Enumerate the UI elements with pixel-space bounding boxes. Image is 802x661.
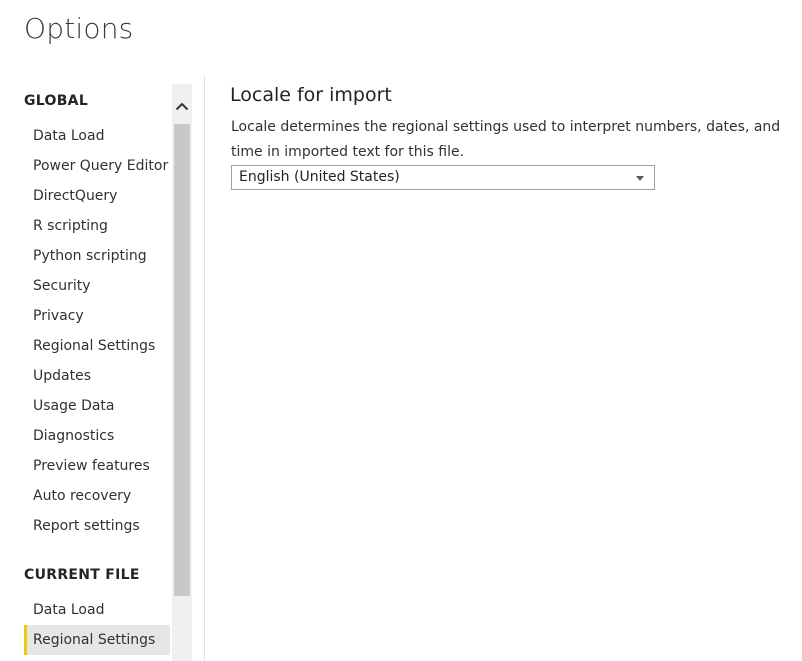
sidebar-item-auto-recovery[interactable]: Auto recovery: [24, 481, 170, 511]
section-header-global: GLOBAL: [24, 93, 89, 109]
sidebar-item-r-scripting[interactable]: R scripting: [24, 211, 170, 241]
sidebar-item-diagnostics[interactable]: Diagnostics: [24, 421, 170, 451]
caret-down-icon: [635, 174, 645, 182]
locale-select-value: English (United States): [239, 169, 400, 185]
sidebar-item-power-query-editor[interactable]: Power Query Editor: [24, 151, 170, 181]
section-description: Locale determines the regional settings …: [231, 119, 781, 160]
scrollbar-thumb[interactable]: [174, 124, 190, 596]
page-title: Options: [24, 12, 134, 45]
sidebar-item-report-settings[interactable]: Report settings: [24, 511, 170, 541]
sidebar-item-directquery[interactable]: DirectQuery: [24, 181, 170, 211]
sidebar-item-updates[interactable]: Updates: [24, 361, 170, 391]
sidebar-scrollbar[interactable]: [172, 84, 192, 661]
section-header-current-file: CURRENT FILE: [24, 567, 140, 583]
sidebar-item-security[interactable]: Security: [24, 271, 170, 301]
chevron-up-icon: [175, 102, 189, 110]
locale-select[interactable]: English (United States): [231, 165, 655, 190]
scroll-up-button[interactable]: [172, 96, 192, 116]
section-title: Locale for import: [230, 84, 392, 106]
sidebar-item-usage-data[interactable]: Usage Data: [24, 391, 170, 421]
options-sidebar: GLOBAL Data Load Power Query Editor Dire…: [0, 84, 172, 661]
sidebar-item-regional-settings[interactable]: Regional Settings: [24, 331, 170, 361]
sidebar-item-data-load[interactable]: Data Load: [24, 121, 170, 151]
sidebar-item-preview-features[interactable]: Preview features: [24, 451, 170, 481]
sidebar-item-current-data-load[interactable]: Data Load: [24, 595, 170, 625]
sidebar-item-current-regional-settings[interactable]: Regional Settings: [24, 625, 170, 655]
sidebar-item-privacy[interactable]: Privacy: [24, 301, 170, 331]
panel-divider: [204, 76, 205, 661]
sidebar-item-python-scripting[interactable]: Python scripting: [24, 241, 170, 271]
